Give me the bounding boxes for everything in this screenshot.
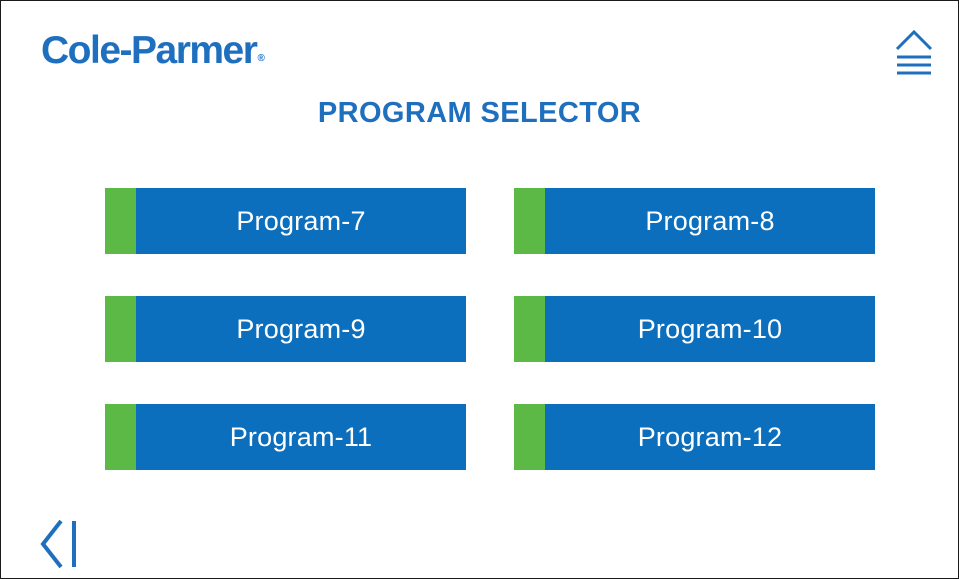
back-chevron-icon	[40, 519, 76, 569]
program-label: Program-9	[236, 314, 366, 344]
program-status-indicator	[105, 296, 136, 362]
program-button-body: Program-8	[545, 188, 875, 254]
program-button-12[interactable]: Program-12	[514, 404, 875, 470]
program-status-indicator	[514, 404, 545, 470]
program-button-10[interactable]: Program-10	[514, 296, 875, 362]
program-button-body: Program-11	[136, 404, 466, 470]
program-selector-screen: Cole-Parmer® PROGRAM SELECTOR Program-7 …	[0, 0, 959, 579]
program-button-7[interactable]: Program-7	[105, 188, 466, 254]
program-status-indicator	[514, 188, 545, 254]
program-status-indicator	[105, 404, 136, 470]
program-label: Program-10	[637, 314, 783, 344]
program-button-body: Program-10	[545, 296, 875, 362]
program-label: Program-11	[229, 422, 373, 452]
program-button-11[interactable]: Program-11	[105, 404, 466, 470]
program-button-body: Program-9	[136, 296, 466, 362]
program-label: Program-12	[637, 422, 783, 452]
program-status-indicator	[514, 296, 545, 362]
program-button-9[interactable]: Program-9	[105, 296, 466, 362]
program-label: Program-8	[645, 206, 775, 236]
program-button-body: Program-12	[545, 404, 875, 470]
program-grid: Program-7 Program-8 Program-9 Program-10…	[1, 1, 958, 578]
program-button-8[interactable]: Program-8	[514, 188, 875, 254]
program-status-indicator	[105, 188, 136, 254]
program-label: Program-7	[236, 206, 366, 236]
program-button-body: Program-7	[136, 188, 466, 254]
back-button[interactable]	[37, 515, 85, 573]
